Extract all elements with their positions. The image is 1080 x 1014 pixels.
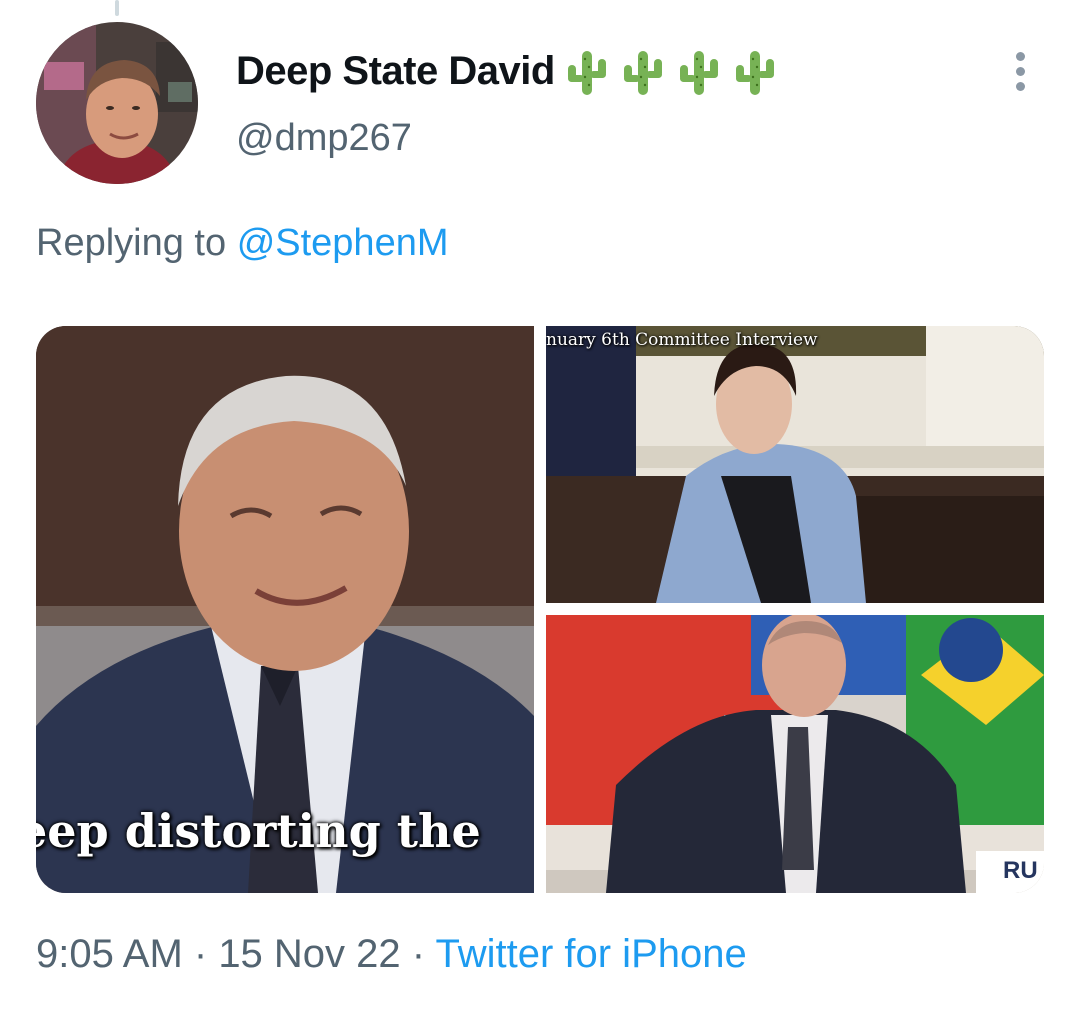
media-item-1[interactable]: eep distorting the — [36, 326, 534, 893]
cactus-icon — [623, 51, 662, 95]
video-caption: eep distorting the — [36, 804, 481, 858]
display-name-text: Deep State David — [236, 48, 555, 93]
meta-separator: · — [182, 932, 219, 976]
tweet-source-link[interactable]: Twitter for iPhone — [435, 932, 746, 976]
video-still-image — [546, 326, 1044, 603]
media-item-2[interactable]: nuary 6th Committee Interview — [546, 326, 1044, 603]
thread-connector-line — [115, 0, 119, 16]
more-options-button[interactable] — [1002, 48, 1038, 94]
more-dot-icon — [1015, 81, 1025, 91]
more-dot-icon — [1015, 51, 1025, 61]
video-overlay-label: nuary 6th Committee Interview — [546, 330, 818, 350]
user-handle[interactable]: @dmp267 — [236, 117, 412, 160]
display-name[interactable]: Deep State David — [236, 47, 781, 95]
media-grid: eep distorting the nuary 6th Committee I… — [36, 326, 1044, 893]
media-item-3[interactable]: RU — [546, 615, 1044, 893]
cactus-icon — [567, 51, 606, 95]
name-emoji-group — [561, 47, 781, 95]
country-placard-label: RU — [1003, 857, 1038, 884]
tweet-time[interactable]: 9:05 AM — [36, 932, 183, 976]
avatar-photo — [36, 22, 198, 184]
tweet-date[interactable]: 15 Nov 22 — [218, 932, 400, 976]
cactus-icon — [679, 51, 718, 95]
cactus-icon — [735, 51, 774, 95]
reply-mention-link[interactable]: @StephenM — [237, 222, 449, 264]
meta-separator: · — [400, 932, 436, 976]
avatar[interactable] — [36, 22, 198, 184]
replying-to-line: Replying to @StephenM — [36, 222, 449, 265]
video-still-image — [546, 615, 1044, 893]
more-dot-icon — [1015, 66, 1025, 76]
tweet-meta-line: 9:05 AM · 15 Nov 22 · Twitter for iPhone — [36, 932, 747, 977]
replying-to-label: Replying to — [36, 222, 227, 264]
